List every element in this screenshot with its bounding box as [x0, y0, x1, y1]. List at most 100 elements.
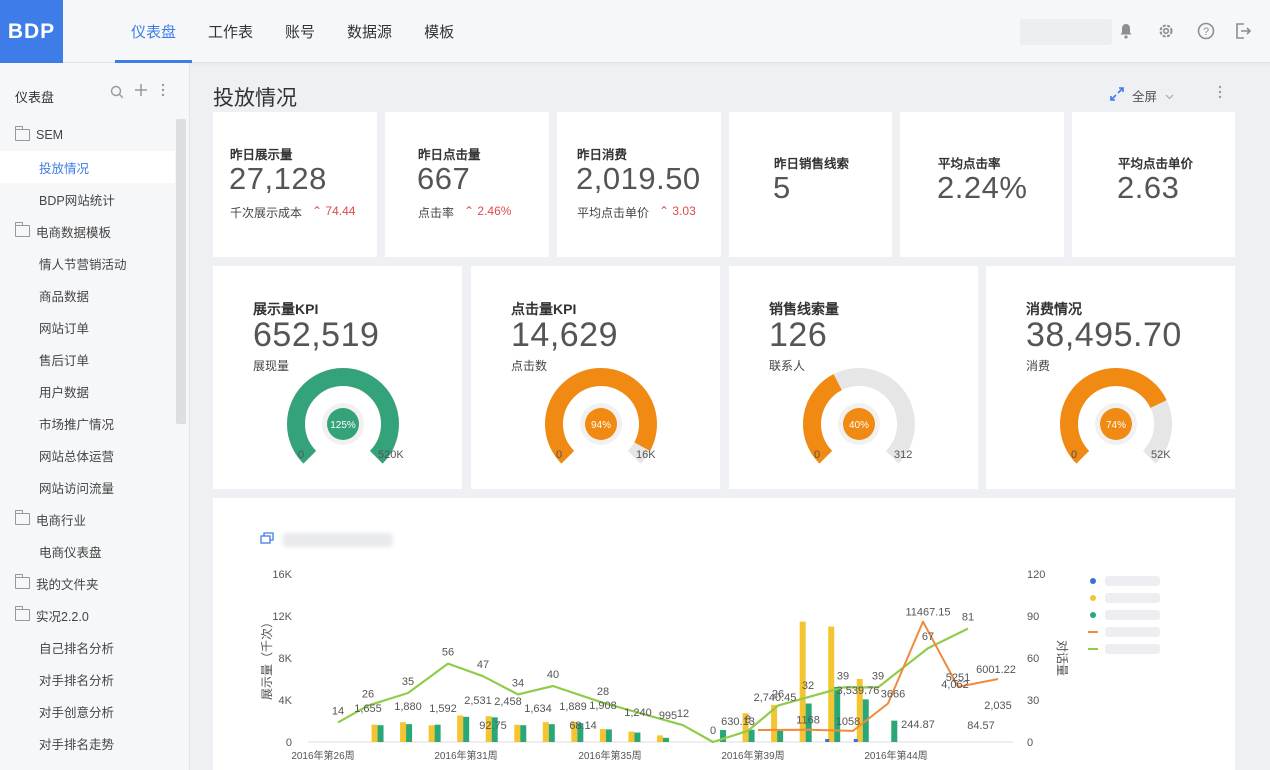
nav-tab[interactable]: 仪表盘 — [115, 0, 193, 63]
nav-tab[interactable]: 账号 — [269, 0, 331, 63]
line-data-label: 0 — [710, 725, 716, 737]
stat-card-ctr[interactable]: 平均点击率 2.24% — [900, 112, 1064, 257]
sidebar-item[interactable]: 商品数据 — [0, 279, 175, 311]
line-data-label: 39 — [872, 670, 884, 682]
folder-icon — [15, 126, 30, 141]
stat-card-impressions[interactable]: 昨日展示量 27,128 千次展示成本 ⌃ 74.44 — [213, 112, 377, 257]
sidebar-item-label: 网站总体运营 — [39, 449, 115, 464]
chart-card: 0 4K 8K 12K 16K 0 30 60 90 120 展示量（千次） 对话量 2016年第26周… — [213, 498, 1235, 770]
sidebar-search-icon[interactable] — [110, 85, 124, 103]
line-data-label: 47 — [477, 659, 489, 671]
bar-green — [434, 724, 441, 742]
sidebar-item-label: 自己排名分析 — [39, 641, 115, 656]
bar-green — [406, 724, 413, 742]
page-more-icon[interactable] — [1217, 85, 1223, 102]
sidebar-item[interactable]: 对手排名走势 — [0, 727, 175, 759]
sidebar-tree: SEM 投放情况 BDP网站统计 电商数据模板 情人节营销活动 商品数据 网站订单 售后订单用… — [0, 119, 175, 759]
sidebar-folder[interactable]: SEM — [0, 119, 175, 151]
sidebar-scrollbar[interactable] — [176, 119, 186, 424]
legend-label-blurred — [1105, 593, 1160, 603]
gauge-max: 16K — [636, 449, 656, 461]
y-tick-right: 90 — [1027, 611, 1039, 623]
line-data-label: 56 — [442, 647, 454, 659]
sidebar-item[interactable]: 网站总体运营 — [0, 439, 175, 471]
bar-data-label: 1,880 — [394, 701, 422, 713]
line-data-label: 34 — [512, 677, 524, 689]
sidebar-item[interactable]: 网站订单 — [0, 311, 175, 343]
logout-icon[interactable] — [1232, 20, 1254, 42]
bar-data-label: 995 — [659, 710, 677, 722]
sidebar-item-label: 对手创意分析 — [39, 705, 115, 720]
bell-icon[interactable] — [1115, 20, 1137, 42]
sidebar-item[interactable]: 市场推广情况 — [0, 407, 175, 439]
x-tick: 2016年第31周 — [434, 749, 497, 762]
y-tick-left: 16K — [272, 569, 292, 581]
sidebar-item[interactable]: 网站访问流量 — [0, 471, 175, 503]
fullscreen-button[interactable]: 全屏 — [1110, 86, 1174, 105]
stat-card-cpc[interactable]: 平均点击单价 2.63 — [1072, 112, 1235, 257]
line-data-label: 39 — [837, 670, 849, 682]
line-data-label: 40 — [547, 669, 559, 681]
bar-green — [777, 730, 784, 742]
help-icon[interactable]: ? — [1195, 20, 1217, 42]
kpi-card[interactable]: 展示量KPI 652,519 展现量 125% 0 520K — [213, 266, 462, 489]
nav-tab[interactable]: 模板 — [408, 0, 470, 63]
sidebar-header: 仪表盘 — [0, 63, 190, 126]
sidebar-folder[interactable]: 我的文件夹 — [0, 567, 175, 599]
y-tick-right: 120 — [1027, 569, 1045, 581]
sidebar-item[interactable]: 投放情况 — [0, 151, 175, 183]
gear-icon[interactable] — [1155, 20, 1177, 42]
nav-tab[interactable]: 数据源 — [331, 0, 408, 63]
kpi-card[interactable]: 点击量KPI 14,629 点击数 94% 0 16K — [471, 266, 720, 489]
bar-data-label: 1,240 — [624, 707, 652, 719]
top-search-box[interactable] — [1020, 19, 1112, 45]
nav-tab[interactable]: 工作表 — [192, 0, 269, 63]
y-tick-left: 4K — [279, 695, 293, 707]
y-tick-right: 60 — [1027, 653, 1039, 665]
up-arrow-icon: ⌃ — [312, 204, 323, 218]
sidebar-add-icon[interactable] — [134, 83, 148, 101]
stat-card-clicks[interactable]: 昨日点击量 667 点击率 ⌃ 2.46% — [385, 112, 549, 257]
sidebar-folder[interactable]: 电商行业 — [0, 503, 175, 535]
bar-yellow — [457, 715, 464, 742]
gauge-max: 520K — [378, 449, 404, 461]
sidebar-item[interactable]: 用户数据 — [0, 375, 175, 407]
sidebar-more-icon[interactable] — [160, 83, 166, 101]
sidebar-item[interactable]: 电商仪表盘 — [0, 535, 175, 567]
bar-yellow — [628, 731, 635, 742]
bar-data-label: 630.13 — [721, 716, 755, 728]
line-data-label: 11467.15 — [905, 607, 950, 619]
kpi-card[interactable]: 消费情况 38,495.70 消费 74% 0 52K — [986, 266, 1235, 489]
gauge-min: 0 — [298, 449, 304, 461]
y-axis-title-right: 对话量 — [1055, 640, 1069, 676]
folder-icon — [15, 222, 30, 237]
line-data-label: 32 — [802, 680, 814, 692]
main-nav: 仪表盘 工作表 账号 数据源 模板 — [115, 0, 470, 63]
sidebar-item[interactable]: BDP网站统计 — [0, 183, 175, 215]
y-tick-right: 30 — [1027, 695, 1039, 707]
line-data-label: 14 — [332, 705, 344, 717]
sidebar-item[interactable]: 对手排名分析 — [0, 663, 175, 695]
bdp-logo[interactable]: BDP — [0, 0, 63, 63]
bar-data-label: 68.14 — [569, 720, 597, 732]
stat-card-leads[interactable]: 昨日销售线索 5 — [729, 112, 892, 257]
gauge-percent: 125% — [330, 420, 356, 431]
y-tick-left: 8K — [279, 653, 293, 665]
sidebar-item[interactable]: 自己排名分析 — [0, 631, 175, 663]
sidebar-item-label: 电商仪表盘 — [39, 545, 102, 560]
sidebar-item-label: 实况2.2.0 — [36, 609, 89, 624]
sidebar-item[interactable]: 售后订单 — [0, 343, 175, 375]
sidebar-item[interactable]: 情人节营销活动 — [0, 247, 175, 279]
bar-yellow — [428, 725, 435, 742]
kpi-card[interactable]: 销售线索量 126 联系人 40% 0 312 — [729, 266, 978, 489]
up-arrow-icon: ⌃ — [659, 204, 670, 218]
x-tick: 2016年第35周 — [578, 749, 641, 762]
stat-card-spend[interactable]: 昨日消费 2,019.50 平均点击单价 ⌃ 3.03 — [557, 112, 721, 257]
sidebar-item[interactable]: 对手创意分析 — [0, 695, 175, 727]
bar-data-label: 244.87 — [901, 719, 935, 731]
legend-marker — [1090, 595, 1096, 601]
sidebar-folder[interactable]: 实况2.2.0 — [0, 599, 175, 631]
y-axis-title-left: 展示量（千次） — [260, 616, 274, 700]
sidebar-folder[interactable]: 电商数据模板 — [0, 215, 175, 247]
sidebar-item-label: 电商行业 — [36, 513, 87, 528]
